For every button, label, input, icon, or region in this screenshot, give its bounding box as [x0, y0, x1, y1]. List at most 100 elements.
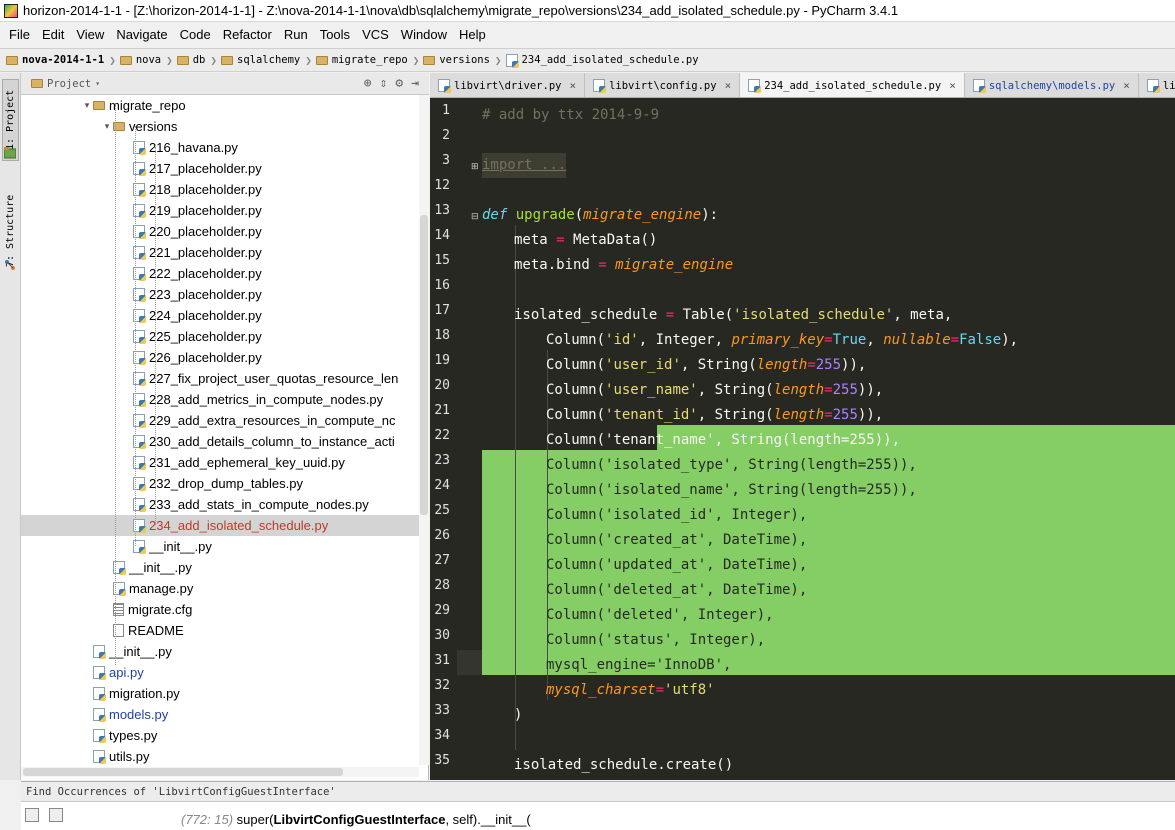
code-line-22[interactable]: Column('tenant_name', String(length=255)…	[546, 428, 900, 453]
code-line-32[interactable]: mysql_charset='utf8'	[546, 678, 715, 703]
menu-run[interactable]: Run	[278, 23, 314, 47]
settings-gear-icon[interactable]: ⚙	[395, 76, 403, 91]
tree-file-item[interactable]: 230_add_details_column_to_instance_acti	[21, 431, 419, 452]
editor-tab-config[interactable]: libvirt\config.py ×	[585, 73, 741, 97]
code-line-35[interactable]: isolated_schedule.create()	[514, 753, 733, 778]
rerun-icon[interactable]	[25, 808, 39, 822]
tree-file-item[interactable]: 228_add_metrics_in_compute_nodes.py	[21, 389, 419, 410]
line-number: 2	[442, 128, 450, 143]
tree-file-item[interactable]: 225_placeholder.py	[21, 326, 419, 347]
breadcrumb-item[interactable]: sqlalchemy ❯	[221, 54, 312, 67]
find-result-row[interactable]: (772: 15) super(LibvirtConfigGuestInterf…	[181, 812, 531, 827]
tree-file-item[interactable]: 219_placeholder.py	[21, 200, 419, 221]
close-tab-icon[interactable]: ×	[949, 79, 956, 92]
code-line-18[interactable]: Column('id', Integer, primary_key=True, …	[546, 328, 1018, 353]
tree-file-item[interactable]: manage.py	[21, 578, 419, 599]
code-line-13[interactable]: def upgrade(migrate_engine):	[482, 203, 718, 228]
breadcrumb-item[interactable]: migrate_repo ❯	[315, 54, 419, 67]
tree-file-item[interactable]: 233_add_stats_in_compute_nodes.py	[21, 494, 419, 515]
tree-file-item[interactable]: models.py	[21, 704, 419, 725]
tree-file-item[interactable]: 223_placeholder.py	[21, 284, 419, 305]
fold-marker-icon[interactable]: ⊞	[471, 161, 479, 172]
hide-panel-icon[interactable]: ⇥	[411, 76, 419, 91]
pin-icon[interactable]	[49, 808, 63, 822]
code-line-23[interactable]: Column('isolated_type', String(length=25…	[546, 453, 917, 478]
tree-file-item[interactable]: 224_placeholder.py	[21, 305, 419, 326]
tree-file-item[interactable]: types.py	[21, 725, 419, 746]
tree-file-item[interactable]: 217_placeholder.py	[21, 158, 419, 179]
code-line-19[interactable]: Column('user_id', String(length=255)),	[546, 353, 866, 378]
menu-help[interactable]: Help	[453, 23, 492, 47]
tree-file-item[interactable]: __init__.py	[21, 641, 419, 662]
tree-file-item[interactable]: utils.py	[21, 746, 419, 765]
editor-tab-lib[interactable]: lib	[1138, 73, 1175, 97]
close-tab-icon[interactable]: ×	[569, 79, 576, 92]
tree-vertical-scrollbar[interactable]	[419, 95, 429, 765]
editor-tab-active[interactable]: 234_add_isolated_schedule.py ×	[740, 73, 965, 97]
breadcrumb-item[interactable]: 234_add_isolated_schedule.py	[505, 53, 699, 68]
tree-file-item[interactable]: 218_placeholder.py	[21, 179, 419, 200]
code-line-33[interactable]: )	[514, 703, 522, 728]
breadcrumb-item[interactable]: versions ❯	[423, 54, 502, 67]
breadcrumb-item[interactable]: nova ❯	[119, 54, 173, 67]
project-panel-title[interactable]: Project	[47, 78, 91, 90]
tree-folder-item[interactable]: ▾ versions	[21, 116, 419, 137]
collapse-all-icon[interactable]: ⇕	[380, 76, 388, 91]
code-line-14[interactable]: meta = MetaData()	[514, 228, 657, 253]
code-line-1[interactable]: # add by ttx 2014-9-9	[482, 103, 659, 128]
python-file-icon	[93, 750, 106, 764]
menu-navigate[interactable]: Navigate	[110, 23, 173, 47]
tree-file-item[interactable]: 226_placeholder.py	[21, 347, 419, 368]
expand-arrow-icon[interactable]: ▾	[81, 100, 93, 111]
code-line-15[interactable]: meta.bind = migrate_engine	[514, 253, 733, 278]
tree-file-item[interactable]: migration.py	[21, 683, 419, 704]
code-line-25[interactable]: Column('isolated_id', Integer),	[546, 503, 807, 528]
breadcrumb-item[interactable]: db ❯	[176, 54, 217, 67]
tree-file-item[interactable]: api.py	[21, 662, 419, 683]
menu-tools[interactable]: Tools	[314, 23, 356, 47]
tree-file-item[interactable]: 222_placeholder.py	[21, 263, 419, 284]
code-line-31[interactable]: mysql_engine='InnoDB',	[546, 653, 731, 678]
tree-file-item[interactable]: README	[21, 620, 419, 641]
tree-file-item[interactable]: 216_havana.py	[21, 137, 419, 158]
scroll-from-source-icon[interactable]: ⊕	[364, 76, 372, 91]
menu-refactor[interactable]: Refactor	[217, 23, 278, 47]
tree-horizontal-scrollbar[interactable]	[21, 767, 419, 777]
breadcrumb-item[interactable]: nova-2014-1-1 ❯	[6, 54, 116, 67]
tree-file-item[interactable]: 234_add_isolated_schedule.py	[21, 515, 419, 536]
tree-file-item[interactable]: migrate.cfg	[21, 599, 419, 620]
code-line-17[interactable]: isolated_schedule = Table('isolated_sche…	[514, 303, 952, 328]
code-line-28[interactable]: Column('deleted_at', DateTime),	[546, 578, 807, 603]
tree-file-item[interactable]: 220_placeholder.py	[21, 221, 419, 242]
code-line-24[interactable]: Column('isolated_name', String(length=25…	[546, 478, 917, 503]
code-line-30[interactable]: Column('status', Integer),	[546, 628, 765, 653]
tree-file-item[interactable]: 229_add_extra_resources_in_compute_nc	[21, 410, 419, 431]
close-tab-icon[interactable]: ×	[1123, 79, 1130, 92]
menu-view[interactable]: View	[70, 23, 110, 47]
editor-tab-models[interactable]: sqlalchemy\models.py ×	[964, 73, 1139, 97]
fold-marker-icon[interactable]: ⊟	[471, 211, 479, 222]
code-line-29[interactable]: Column('deleted', Integer),	[546, 603, 774, 628]
editor-tab-driver[interactable]: libvirt\driver.py ×	[430, 73, 586, 97]
tree-item-label: 226_placeholder.py	[149, 350, 262, 365]
tree-folder-item[interactable]: ▾ migrate_repo	[21, 95, 419, 116]
close-tab-icon[interactable]: ×	[725, 79, 732, 92]
tree-file-item[interactable]: 221_placeholder.py	[21, 242, 419, 263]
code-line-20[interactable]: Column('user_name', String(length=255)),	[546, 378, 883, 403]
expand-arrow-icon[interactable]: ▾	[101, 121, 113, 132]
code-line-26[interactable]: Column('created_at', DateTime),	[546, 528, 807, 553]
tree-file-item[interactable]: 227_fix_project_user_quotas_resource_len	[21, 368, 419, 389]
tree-file-item[interactable]: 232_drop_dump_tables.py	[21, 473, 419, 494]
code-line-3[interactable]: import ...	[482, 153, 567, 178]
menu-vcs[interactable]: VCS	[356, 23, 395, 47]
menu-file[interactable]: File	[3, 23, 36, 47]
code-line-21[interactable]: Column('tenant_id', String(length=255)),	[546, 403, 883, 428]
menu-window[interactable]: Window	[395, 23, 453, 47]
tree-file-item[interactable]: __init__.py	[21, 557, 419, 578]
menu-edit[interactable]: Edit	[36, 23, 70, 47]
code-line-27[interactable]: Column('updated_at', DateTime),	[546, 553, 807, 578]
tree-file-item[interactable]: 231_add_ephemeral_key_uuid.py	[21, 452, 419, 473]
menu-code[interactable]: Code	[174, 23, 217, 47]
dropdown-arrow-icon[interactable]: ▾	[95, 79, 100, 88]
tree-file-item[interactable]: __init__.py	[21, 536, 419, 557]
